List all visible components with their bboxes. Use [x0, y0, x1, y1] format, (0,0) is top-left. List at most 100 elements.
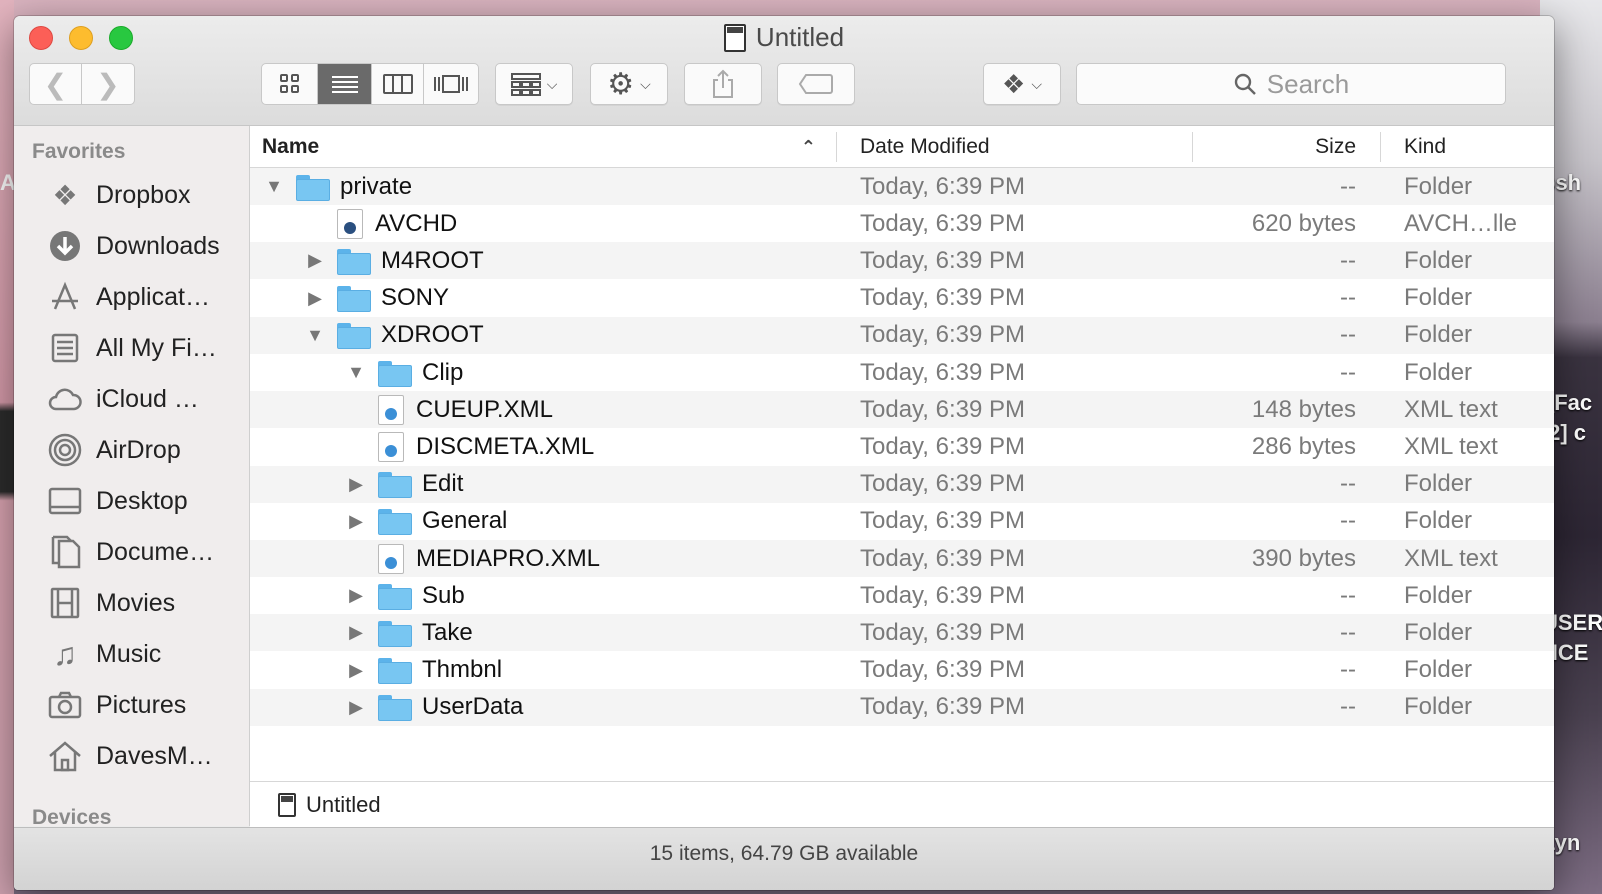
date-modified-cell: Today, 6:39 PM	[860, 172, 1025, 200]
column-header-size[interactable]: Size	[1194, 126, 1356, 168]
disclosure-triangle-closed-icon[interactable]: ▶	[346, 697, 366, 718]
table-row[interactable]: ▶ UserData Today, 6:39 PM -- Folder	[250, 688, 1554, 726]
sidebar-item-all-my-files[interactable]: All My Fi…	[48, 331, 217, 365]
kind-cell: Folder	[1404, 321, 1473, 349]
file-name: Edit	[422, 470, 464, 498]
folder-icon	[378, 583, 412, 610]
table-row[interactable]: ▶ SONY Today, 6:39 PM -- Folder	[250, 280, 1554, 317]
folder-icon	[378, 360, 412, 387]
column-divider[interactable]	[1380, 132, 1381, 162]
table-row[interactable]: ▶ General Today, 6:39 PM -- Folder	[250, 503, 1554, 540]
table-row[interactable]: ▶ M4ROOT Today, 6:39 PM -- Folder	[250, 242, 1554, 280]
size-cell: --	[1340, 172, 1356, 200]
sidebar-item-documents[interactable]: Docume…	[48, 535, 214, 569]
sidebar-item-label: Pictures	[96, 690, 187, 719]
disclosure-triangle-closed-icon[interactable]: ▶	[346, 660, 366, 681]
disclosure-triangle-closed-icon[interactable]: ▶	[346, 474, 366, 495]
disclosure-triangle-closed-icon[interactable]: ▶	[346, 511, 366, 532]
folder-icon	[337, 286, 371, 313]
forward-button[interactable]: ❯	[82, 64, 134, 104]
disclosure-triangle-closed-icon[interactable]: ▶	[305, 288, 325, 309]
column-header-label: Date Modified	[860, 135, 990, 158]
sidebar-item-label: Applicat…	[96, 282, 210, 311]
disclosure-triangle-closed-icon[interactable]: ▶	[346, 622, 366, 643]
disclosure-triangle-closed-icon[interactable]: ▶	[346, 585, 366, 606]
date-modified-cell: Today, 6:39 PM	[860, 432, 1025, 460]
sidebar-item-music[interactable]: ♫ Music	[48, 636, 162, 672]
tags-button[interactable]	[777, 63, 855, 105]
share-button[interactable]	[684, 63, 762, 105]
sidebar-item-label: Music	[96, 639, 162, 668]
sidebar-item-icloud[interactable]: iCloud …	[48, 382, 199, 416]
dropbox-toolbar-button[interactable]: ❖ ⌵	[983, 63, 1061, 105]
date-modified-cell: Today, 6:39 PM	[860, 470, 1025, 498]
sidebar-item-downloads[interactable]: Downloads	[48, 229, 220, 263]
sidebar-item-dropbox[interactable]: ❖ Dropbox	[48, 178, 190, 212]
size-cell: 286 bytes	[1251, 432, 1356, 460]
sidebar-item-pictures[interactable]: Pictures	[48, 688, 186, 722]
sidebar-item-movies[interactable]: Movies	[48, 586, 175, 620]
list-view-button[interactable]	[318, 64, 372, 104]
column-header-kind[interactable]: Kind	[1404, 126, 1554, 168]
table-row[interactable]: CUEUP.XML Today, 6:39 PM 148 bytes XML text	[250, 391, 1554, 429]
file-name: Clip	[422, 358, 464, 386]
column-divider[interactable]	[836, 132, 837, 162]
disclosure-triangle-closed-icon[interactable]: ▶	[305, 250, 325, 271]
disclosure-triangle-open-icon[interactable]: ▼	[305, 325, 325, 346]
sidebar-item-airdrop[interactable]: AirDrop	[48, 433, 181, 467]
search-placeholder: Search	[1266, 68, 1350, 99]
table-row[interactable]: AVCHD Today, 6:39 PM 620 bytes AVCH…lle	[250, 205, 1554, 242]
table-row[interactable]: ▼ private Today, 6:39 PM -- Folder	[250, 168, 1554, 205]
disclosure-triangle-open-icon[interactable]: ▼	[264, 176, 284, 197]
table-row[interactable]: ▶ Take Today, 6:39 PM -- Folder	[250, 614, 1554, 652]
table-row[interactable]: ▼ Clip Today, 6:39 PM -- Folder	[250, 354, 1554, 391]
folder-icon	[296, 174, 330, 201]
column-divider[interactable]	[1192, 132, 1193, 162]
table-row[interactable]: MEDIAPRO.XML Today, 6:39 PM 390 bytes XML t…	[250, 540, 1554, 577]
column-header-date-modified[interactable]: Date Modified	[860, 126, 1190, 168]
kind-cell: XML text	[1404, 395, 1498, 423]
sidebar-item-label: Movies	[96, 588, 176, 617]
date-modified-cell: Today, 6:39 PM	[860, 395, 1025, 423]
arrange-button[interactable]: ⌵	[495, 63, 573, 105]
sidebar-item-label: iCloud …	[96, 384, 199, 413]
back-button[interactable]: ❮	[30, 64, 82, 104]
size-cell: --	[1340, 246, 1356, 274]
path-bar: Untitled	[250, 781, 1554, 827]
xml-file-icon	[378, 394, 404, 425]
sidebar-item-applications[interactable]: Applicat…	[48, 280, 210, 314]
size-cell: --	[1340, 656, 1356, 684]
list-header: Name ⌃ Date Modified Size Kind	[250, 126, 1554, 168]
date-modified-cell: Today, 6:39 PM	[860, 209, 1025, 237]
cover-flow-button[interactable]	[424, 64, 478, 104]
size-cell: --	[1340, 618, 1356, 646]
search-field[interactable]: Search	[1076, 63, 1506, 105]
file-list: Name ⌃ Date Modified Size Kind ▼ private T…	[250, 126, 1554, 781]
desktop-icon	[48, 484, 82, 518]
folder-icon	[378, 509, 412, 536]
table-row[interactable]: ▶ Edit Today, 6:39 PM -- Folder	[250, 465, 1554, 503]
sidebar-item-home[interactable]: DavesM…	[48, 739, 213, 773]
path-item[interactable]: Untitled	[306, 792, 381, 818]
table-row[interactable]: ▶ Thmbnl Today, 6:39 PM -- Folder	[250, 652, 1554, 689]
table-row[interactable]: DISCMETA.XML Today, 6:39 PM 286 bytes XML t…	[250, 428, 1554, 465]
column-header-name[interactable]: Name ⌃	[262, 126, 832, 168]
sidebar-item-label: Desktop	[96, 486, 188, 515]
sidebar-item-label: Docume…	[96, 537, 215, 566]
name-cell: ▶ SONY	[305, 280, 449, 317]
column-view-button[interactable]	[372, 64, 424, 104]
sidebar-item-desktop[interactable]: Desktop	[48, 484, 188, 518]
folder-icon	[378, 620, 412, 647]
disclosure-triangle-open-icon[interactable]: ▼	[346, 362, 366, 383]
action-button[interactable]: ⚙ ⌵	[590, 63, 668, 105]
gear-icon: ⚙	[607, 67, 635, 101]
table-row[interactable]: ▶ Sub Today, 6:39 PM -- Folder	[250, 577, 1554, 614]
date-modified-cell: Today, 6:39 PM	[860, 246, 1025, 274]
table-row[interactable]: ▼ XDROOT Today, 6:39 PM -- Folder	[250, 316, 1554, 354]
kind-cell: Folder	[1404, 581, 1473, 609]
sidebar-section-favorites: Favorites	[32, 140, 126, 163]
name-cell: CUEUP.XML	[346, 391, 553, 428]
date-modified-cell: Today, 6:39 PM	[860, 544, 1025, 572]
chevron-left-icon: ❮	[43, 68, 68, 100]
icon-view-button[interactable]	[262, 64, 318, 104]
